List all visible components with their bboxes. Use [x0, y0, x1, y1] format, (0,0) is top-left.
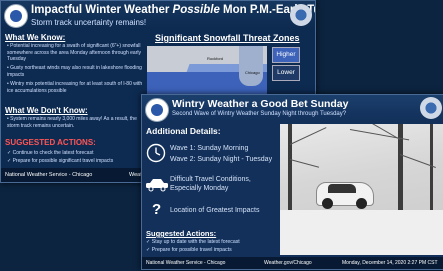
back-suggested-item-1: ✓ Continue to check the latest forecast	[7, 150, 94, 156]
front-suggested-item-1: ✓ Stay up to date with the latest foreca…	[146, 239, 240, 245]
travel-conditions-line-1: Difficult Travel Conditions,	[170, 176, 251, 183]
front-footer-site: Weather.gov/Chicago	[264, 260, 312, 266]
what-we-dont-know-heading: What We Don't Know:	[5, 106, 88, 115]
front-footer-office: National Weather Service - Chicago	[146, 260, 226, 266]
snowy-car-photo	[280, 124, 443, 255]
front-slide-footer: National Weather Service - Chicago Weath…	[142, 257, 443, 269]
suggested-actions-heading: SUGGESTED ACTIONS:	[5, 138, 96, 147]
noaa-logo-icon	[145, 98, 169, 122]
know-item-2: • Gusty northeast winds may also result …	[7, 65, 142, 78]
back-slide-subtitle: Storm track uncertainty remains!	[31, 18, 147, 27]
snowfall-threat-map: Rockford Chicago	[147, 46, 267, 101]
clock-icon	[146, 143, 166, 163]
tree-branch	[289, 127, 327, 145]
front-slide-header: Wintry Weather a Good Bet Sunday Second …	[142, 95, 443, 122]
lake-michigan	[239, 46, 263, 86]
snow-ground	[280, 210, 443, 255]
front-footer-timestamp: Monday, December 14, 2020 2:27 PM CST	[342, 260, 438, 266]
legend-lower: Lower	[272, 65, 300, 81]
map-city-rockford: Rockford	[207, 56, 224, 61]
back-slide-header: Impactful Winter Weather Possible Mon P.…	[1, 1, 315, 29]
nws-logo-icon	[290, 4, 312, 26]
location-impacts-text: Location of Greatest Impacts	[170, 207, 260, 214]
front-slide-subtitle: Second Wave of Wintry Weather Sunday Nig…	[172, 111, 347, 117]
know-item-3: • Wintry mix potential increasing for at…	[7, 81, 143, 94]
wave-1-text: Wave 1: Sunday Morning	[170, 145, 249, 152]
legend-higher: Higher	[272, 47, 300, 63]
wave-2-text: Wave 2: Sunday Night - Tuesday	[170, 156, 273, 163]
travel-conditions-line-2: Especially Monday	[170, 185, 229, 192]
back-footer-site: Weat	[129, 172, 142, 178]
additional-details-heading: Additional Details:	[146, 126, 221, 136]
noaa-logo-icon	[4, 4, 28, 28]
front-suggested-actions-heading: Suggested Actions:	[146, 229, 217, 238]
suv-window	[328, 184, 356, 193]
back-suggested-item-2: ✓ Prepare for possible significant trave…	[7, 158, 114, 164]
back-slide-title: Impactful Winter Weather Possible Mon P.…	[31, 4, 315, 16]
nws-logo-icon	[420, 97, 442, 119]
what-we-know-heading: What We Know:	[5, 33, 66, 42]
dont-know-item-1: • System remains nearly 3,000 miles away…	[7, 116, 137, 129]
front-briefing-slide: Wintry Weather a Good Bet Sunday Second …	[141, 94, 443, 270]
suv-wheel	[322, 198, 333, 209]
suv-wheel	[356, 198, 367, 209]
tree-branch	[289, 159, 320, 168]
back-footer-office: National Weather Service - Chicago	[5, 172, 93, 178]
front-suggested-item-2: ✓ Prepare for possible travel impacts	[146, 247, 232, 253]
tree-trunk	[288, 124, 292, 214]
car-travel-icon	[146, 179, 168, 192]
know-item-1: • Potential increasing for a swath of si…	[7, 43, 141, 62]
question-mark-icon: ?	[152, 201, 162, 218]
front-slide-title: Wintry Weather a Good Bet Sunday	[172, 98, 349, 110]
tree-trunk	[430, 124, 433, 212]
map-city-chicago: Chicago	[245, 70, 260, 75]
map-title: Significant Snowfall Threat Zones	[155, 33, 300, 43]
